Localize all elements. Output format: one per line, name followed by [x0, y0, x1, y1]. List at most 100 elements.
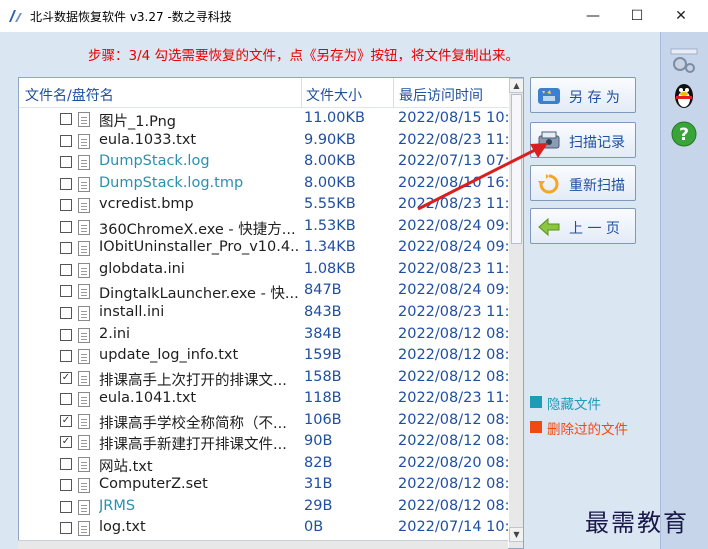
file-date: 2022/08/23 11:5	[398, 390, 509, 407]
file-row[interactable]: vcredist.bmp 5.55KB 2022/08/23 11:	[19, 195, 509, 217]
file-row[interactable]: update_log_info.txt 159B 2022/08/12 08:4	[19, 346, 509, 368]
file-date: 2022/08/23 11:5	[398, 131, 509, 148]
file-checkbox[interactable]	[60, 285, 72, 298]
file-row[interactable]: ✓ 排课高手新建打开排课文件... 90B 2022/08/12 08:4	[19, 432, 509, 454]
file-row[interactable]: eula.1041.txt 118B 2022/08/23 11:5	[19, 389, 509, 411]
file-row[interactable]: install.ini 843B 2022/08/23 11:5	[19, 303, 509, 325]
file-date: 2022/08/24 09:	[398, 282, 509, 299]
image-file-icon	[78, 112, 90, 127]
minimize-button[interactable]: —	[570, 0, 616, 32]
file-size: 118B	[304, 390, 342, 407]
file-checkbox[interactable]	[60, 156, 72, 169]
file-checkbox[interactable]	[60, 350, 72, 363]
help-icon[interactable]: ?	[668, 118, 700, 150]
file-date: 2022/08/12 08:4	[398, 347, 509, 364]
watermark-text: 最需教育	[585, 509, 689, 537]
scan-record-button[interactable]: 扫描记录	[530, 122, 636, 158]
file-size: 843B	[304, 303, 342, 320]
file-checkbox[interactable]	[60, 522, 72, 535]
file-date: 2022/08/23 11:5	[398, 303, 509, 320]
file-checkbox[interactable]	[60, 134, 72, 147]
file-checkbox[interactable]	[60, 263, 72, 276]
scan-record-label: 扫描记录	[569, 135, 625, 151]
horizontal-scrollbar[interactable]	[18, 540, 508, 549]
app-logo-icon	[9, 10, 22, 22]
file-row[interactable]: 图片_1.Png 11.00KB 2022/08/15 10:0	[19, 109, 509, 131]
prev-page-button[interactable]: 上 一 页	[530, 208, 636, 244]
file-size: 159B	[304, 347, 342, 364]
window-title: 北斗数据恢复软件 v3.27 -数之寻科技	[30, 10, 232, 24]
close-button[interactable]: ✕	[658, 0, 704, 32]
column-header-size[interactable]: 文件大小	[306, 85, 362, 105]
column-header-name[interactable]: 文件名/盘符名	[25, 85, 114, 105]
file-checkbox[interactable]	[60, 328, 72, 341]
ini-file-icon	[78, 262, 90, 278]
file-checkbox[interactable]	[60, 306, 72, 319]
file-row[interactable]: DumpStack.log 8.00KB 2022/07/13 07:5	[19, 152, 509, 174]
file-checkbox[interactable]	[60, 500, 72, 513]
file-date: 2022/08/12 08:4	[398, 433, 509, 450]
file-checkbox[interactable]	[60, 177, 72, 190]
file-name: update_log_info.txt	[99, 347, 239, 364]
file-row[interactable]: 网站.txt 82B 2022/08/20 08:	[19, 454, 509, 476]
file-row[interactable]: ✓ 排课高手上次打开的排课文... 158B 2022/08/12 08:4	[19, 368, 509, 390]
qq-penguin-icon[interactable]	[668, 80, 700, 112]
save-icon	[538, 88, 560, 104]
file-size: 29B	[304, 497, 333, 514]
file-name: JRMS	[99, 497, 136, 514]
file-checkbox[interactable]: ✓	[60, 436, 72, 449]
file-row[interactable]: eula.1033.txt 9.90KB 2022/08/23 11:5	[19, 131, 509, 153]
file-size: 90B	[304, 433, 333, 450]
file-date: 2022/08/12 08:4	[398, 476, 509, 493]
scanner-icon	[538, 131, 560, 149]
file-size: 847B	[304, 282, 342, 299]
file-name: eula.1041.txt	[99, 390, 197, 407]
column-header-date[interactable]: 最后访问时间	[399, 85, 483, 105]
file-size: 8.00KB	[304, 174, 356, 191]
maximize-button[interactable]: ☐	[614, 0, 660, 32]
file-name: ComputerZ.set	[99, 476, 208, 493]
file-row[interactable]: DingtalkLauncher.exe - 快... 847B 2022/08/2…	[19, 281, 509, 303]
file-date: 2022/08/15 10:0	[398, 110, 509, 126]
file-checkbox[interactable]	[60, 199, 72, 212]
file-row[interactable]: IObitUninstaller_Pro_v10.4... 1.34KB 2022/…	[19, 238, 509, 260]
legend-deleted-swatch	[530, 421, 542, 433]
shortcut-file-icon	[78, 284, 90, 300]
file-checkbox[interactable]	[60, 457, 72, 470]
scroll-up-icon[interactable]: ▲	[509, 78, 523, 93]
file-row[interactable]: log.txt 0B 2022/07/14 10:	[19, 518, 509, 540]
vertical-scrollbar[interactable]: ▲ ▼	[509, 78, 523, 548]
file-row[interactable]: DumpStack.log.tmp 8.00KB 2022/08/10 16:	[19, 174, 509, 196]
file-checkbox[interactable]	[60, 479, 72, 492]
file-name: eula.1033.txt	[99, 131, 197, 148]
file-size: 1.53KB	[304, 217, 356, 234]
file-size: 11.00KB	[304, 110, 365, 126]
file-date: 2022/07/13 07:5	[398, 153, 509, 170]
file-row[interactable]: globdata.ini 1.08KB 2022/08/23 11:5	[19, 260, 509, 282]
file-row[interactable]: ✓ 排课高手学校全称简称（不... 106B 2022/08/12 08:4	[19, 411, 509, 433]
scroll-thumb[interactable]	[511, 94, 522, 244]
shortcut-file-icon	[78, 241, 90, 257]
legend-hidden-label: 隐藏文件	[547, 397, 601, 413]
file-checkbox[interactable]	[60, 113, 72, 125]
file-checkbox[interactable]: ✓	[60, 371, 72, 384]
scroll-down-icon[interactable]: ▼	[509, 527, 523, 542]
file-checkbox[interactable]	[60, 393, 72, 406]
file-row[interactable]: JRMS 29B 2022/08/12 08:4	[19, 497, 509, 519]
file-row[interactable]: ComputerZ.set 31B 2022/08/12 08:4	[19, 475, 509, 497]
file-name: globdata.ini	[99, 260, 185, 277]
rescan-button[interactable]: 重新扫描	[530, 165, 636, 201]
file-checkbox[interactable]: ✓	[60, 414, 72, 427]
settings-gears-icon[interactable]	[668, 44, 700, 76]
save-as-button[interactable]: 另 存 为	[530, 77, 636, 113]
file-date: 2022/08/23 11:	[398, 196, 509, 213]
file-date: 2022/07/14 10:	[398, 519, 509, 536]
file-checkbox[interactable]	[60, 242, 72, 255]
file-date: 2022/08/23 11:5	[398, 260, 509, 277]
file-checkbox[interactable]	[60, 220, 72, 233]
legend-deleted-label: 删除过的文件	[547, 422, 628, 438]
file-date: 2022/08/12 08:4	[398, 368, 509, 385]
file-size: 1.34KB	[304, 239, 356, 256]
file-row[interactable]: 2.ini 384B 2022/08/12 08:4	[19, 325, 509, 347]
file-row[interactable]: 360ChromeX.exe - 快捷方... 1.53KB 2022/08/24 …	[19, 217, 509, 239]
